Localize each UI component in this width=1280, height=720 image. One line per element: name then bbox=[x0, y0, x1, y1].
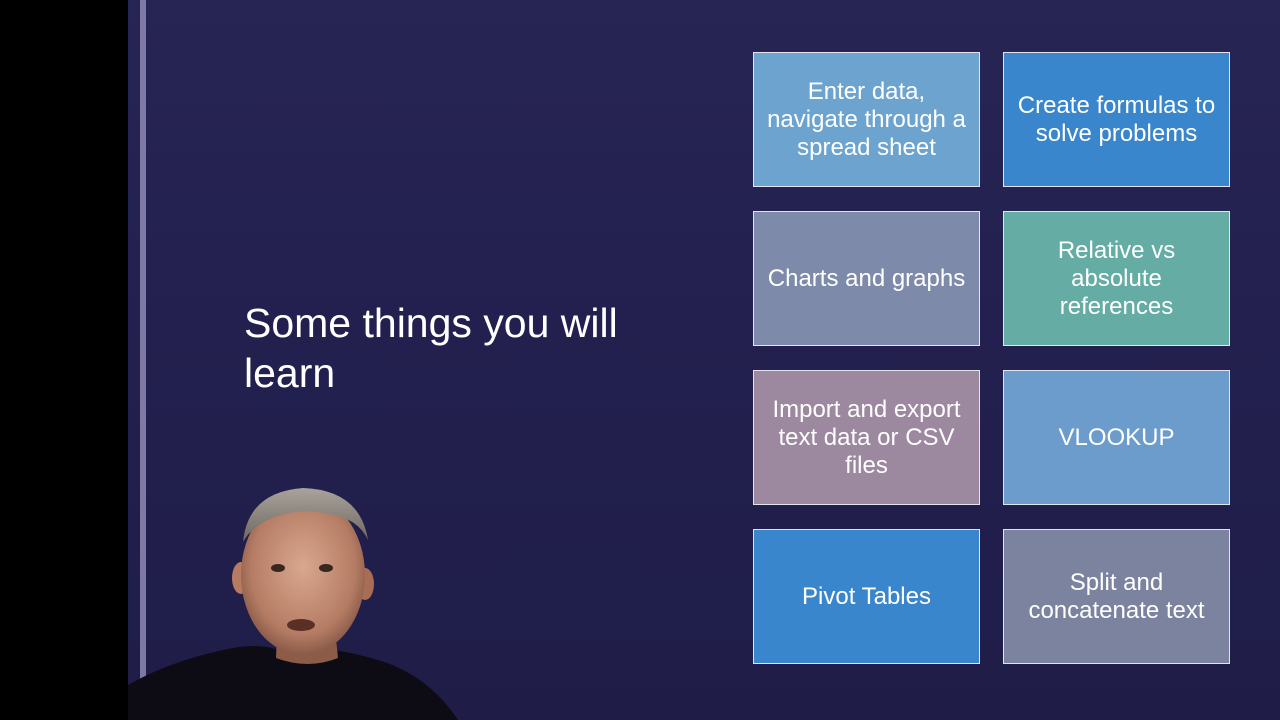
presenter-webcam-overlay bbox=[128, 480, 458, 720]
slide-title: Some things you will learn bbox=[244, 300, 618, 396]
topic-tile-split-concatenate: Split and concatenate text bbox=[1003, 529, 1230, 664]
presentation-slide: Some things you will learn Enter data, n… bbox=[128, 0, 1280, 720]
topic-tile-pivot-tables: Pivot Tables bbox=[753, 529, 980, 664]
video-frame: Some things you will learn Enter data, n… bbox=[0, 0, 1280, 720]
presenter-silhouette bbox=[128, 488, 458, 720]
topic-tile-enter-data: Enter data, navigate through a spread sh… bbox=[753, 52, 980, 187]
topic-tile-vlookup: VLOOKUP bbox=[1003, 370, 1230, 505]
topic-tile-formulas: Create formulas to solve problems bbox=[1003, 52, 1230, 187]
topics-grid: Enter data, navigate through a spread sh… bbox=[753, 52, 1232, 666]
topic-tile-references: Relative vs absolute references bbox=[1003, 211, 1230, 346]
topic-tile-charts: Charts and graphs bbox=[753, 211, 980, 346]
topic-tile-import-export: Import and export text data or CSV files bbox=[753, 370, 980, 505]
